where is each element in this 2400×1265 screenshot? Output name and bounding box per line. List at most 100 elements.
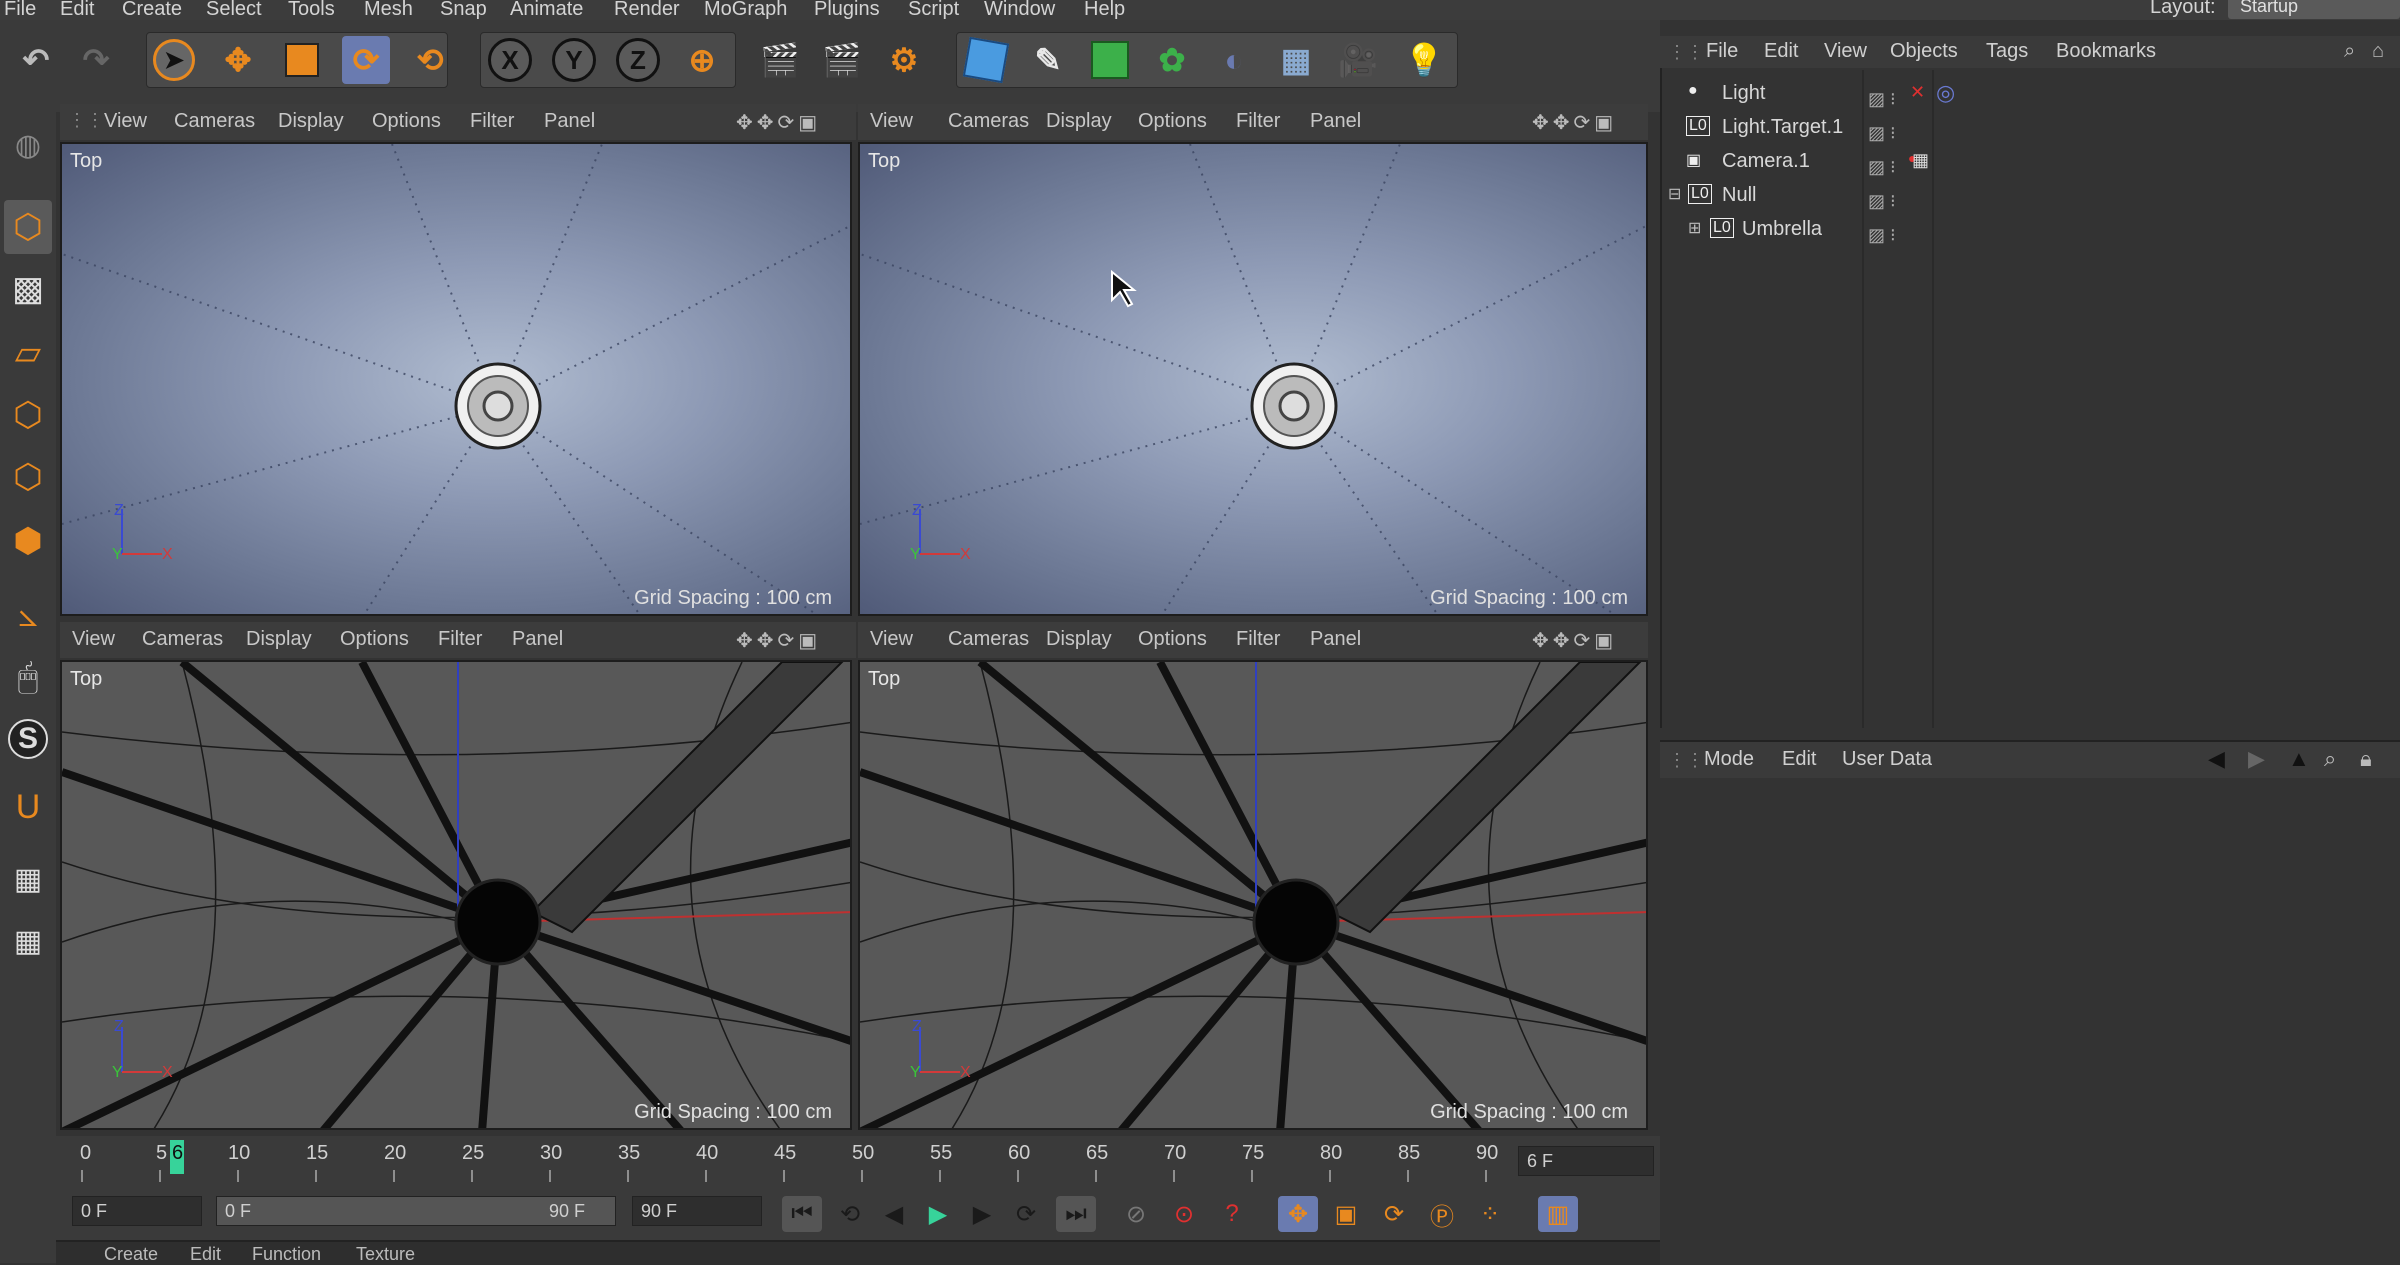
vp-menu-options[interactable]: Options <box>1138 110 1207 133</box>
vp-menu-view[interactable]: View <box>870 628 913 651</box>
menu-help[interactable]: Help <box>1084 0 1125 21</box>
record-parameter-icon[interactable]: Ⓟ <box>1422 1196 1462 1232</box>
cube-icon[interactable] <box>962 36 1010 84</box>
edges-mode-icon[interactable]: ⬡ <box>4 450 52 504</box>
menu-render[interactable]: Render <box>614 0 680 21</box>
go-to-next-key-icon[interactable]: ⟳ <box>1006 1196 1046 1232</box>
target-tag-icon[interactable]: ◎ <box>1936 80 1955 106</box>
redo-icon[interactable]: ↷ <box>72 36 120 84</box>
vp-menu-filter[interactable]: Filter <box>470 110 514 133</box>
move-tool-icon[interactable]: ✥ <box>214 36 262 84</box>
am-menu-mode[interactable]: Mode <box>1704 748 1754 771</box>
vp-menu-panel[interactable]: Panel <box>512 628 563 651</box>
end-frame-field[interactable]: 90 F <box>632 1196 762 1226</box>
vp-menu-options[interactable]: Options <box>1138 628 1207 651</box>
menu-file[interactable]: File <box>4 0 36 21</box>
recent-tool-icon[interactable]: ⟲ <box>406 36 454 84</box>
world-coordinates-icon[interactable]: ⊕ <box>678 36 726 84</box>
record-position-icon[interactable]: ✥ <box>1278 1196 1318 1232</box>
object-row-camera[interactable]: ▣ Camera.1 <box>1662 144 1862 178</box>
menu-animate[interactable]: Animate <box>510 0 583 21</box>
viewport-nav-icons[interactable]: ✥✥⟳▣ <box>1532 628 1617 653</box>
mm-menu-texture[interactable]: Texture <box>356 1244 415 1265</box>
vp-menu-cameras[interactable]: Cameras <box>948 628 1029 651</box>
undo-icon[interactable]: ↶ <box>12 36 60 84</box>
polygons-mode-icon[interactable]: ⬢ <box>4 514 52 568</box>
vp-menu-display[interactable]: Display <box>1046 628 1112 651</box>
timeline-icon[interactable]: ▥ <box>1538 1196 1578 1232</box>
viewport-1[interactable]: Top Z Y X Grid Spacing : 100 cm <box>60 142 852 616</box>
back-arrow-icon[interactable]: ◀ <box>2208 746 2225 772</box>
up-arrow-icon[interactable]: ▲ <box>2288 746 2310 772</box>
object-row-null[interactable]: ⊟ L0 Null <box>1662 178 1862 212</box>
om-menu-objects[interactable]: Objects <box>1890 40 1958 63</box>
am-menu-edit[interactable]: Edit <box>1782 748 1816 771</box>
workplane-lock-icon[interactable]: ▦ <box>4 852 52 906</box>
texture-mode-icon[interactable]: ▩ <box>4 262 52 316</box>
vp-menu-panel[interactable]: Panel <box>1310 628 1361 651</box>
viewport-4[interactable]: Top Z Y X Grid Spacing : 100 cm <box>858 660 1648 1130</box>
vp-menu-cameras[interactable]: Cameras <box>174 110 255 133</box>
menu-mesh[interactable]: Mesh <box>364 0 413 21</box>
menu-tools[interactable]: Tools <box>288 0 335 21</box>
go-to-previous-key-icon[interactable]: ⟲ <box>830 1196 870 1232</box>
menu-script[interactable]: Script <box>908 0 959 21</box>
sphere-mode-icon[interactable]: ◍ <box>4 118 52 172</box>
vp-menu-display[interactable]: Display <box>1046 110 1112 133</box>
vp-menu-filter[interactable]: Filter <box>438 628 482 651</box>
menu-window[interactable]: Window <box>984 0 1055 21</box>
viewport-2[interactable]: Top Z Y X Grid Spacing : 100 cm <box>858 142 1648 616</box>
play-icon[interactable]: ▶ <box>918 1196 958 1232</box>
record-rotation-icon[interactable]: ⟳ <box>1374 1196 1414 1232</box>
vp-menu-cameras[interactable]: Cameras <box>948 110 1029 133</box>
vp-menu-view[interactable]: View <box>104 110 147 133</box>
am-menu-user-data[interactable]: User Data <box>1842 748 1932 771</box>
timeline-ruler[interactable]: 0 5 6 10 15 20 25 30 35 40 45 50 55 60 6… <box>56 1136 1660 1186</box>
om-menu-tags[interactable]: Tags <box>1986 40 2028 63</box>
om-menu-file[interactable]: File <box>1706 40 1738 63</box>
record-scale-icon[interactable]: ▣ <box>1326 1196 1366 1232</box>
vp-menu-display[interactable]: Display <box>246 628 312 651</box>
model-mode-icon[interactable]: ⬡ <box>4 200 52 254</box>
vp-menu-cameras[interactable]: Cameras <box>142 628 223 651</box>
home-icon[interactable]: ⌂ <box>2372 40 2384 63</box>
vp-menu-view[interactable]: View <box>870 110 913 133</box>
render-settings-icon[interactable]: ⚙ <box>880 36 928 84</box>
menu-snap[interactable]: Snap <box>440 0 487 21</box>
floor-icon[interactable]: ▦ <box>1272 36 1320 84</box>
mm-menu-create[interactable]: Create <box>104 1244 158 1265</box>
menu-create[interactable]: Create <box>122 0 182 21</box>
object-row-light-target[interactable]: L0 Light.Target.1 <box>1662 110 1862 144</box>
record-point-level-icon[interactable]: ⁘ <box>1470 1196 1510 1232</box>
vp-menu-panel[interactable]: Panel <box>544 110 595 133</box>
tweak-mode-icon[interactable]: 🖱 <box>4 650 52 704</box>
y-axis-lock-icon[interactable]: Y <box>550 36 598 84</box>
render-picture-viewer-icon[interactable]: 🎬 <box>818 36 866 84</box>
vp-menu-options[interactable]: Options <box>372 110 441 133</box>
spline-pen-icon[interactable]: ✎ <box>1024 36 1072 84</box>
menu-mograph[interactable]: MoGraph <box>704 0 787 21</box>
render-view-icon[interactable]: 🎬 <box>756 36 804 84</box>
mm-menu-function[interactable]: Function <box>252 1244 321 1265</box>
layout-select[interactable]: Startup <box>2228 0 2400 19</box>
menu-edit[interactable]: Edit <box>60 0 94 21</box>
viewport-3[interactable]: Top Z Y X Grid Spacing : 100 cm <box>60 660 852 1130</box>
axis-mode-icon[interactable]: ⦣ <box>4 588 52 642</box>
go-to-start-icon[interactable]: ⏮ <box>782 1196 822 1232</box>
x-axis-lock-icon[interactable]: X <box>486 36 534 84</box>
om-menu-bookmarks[interactable]: Bookmarks <box>2056 40 2156 63</box>
go-to-end-icon[interactable]: ⏭ <box>1056 1196 1096 1232</box>
rotate-tool-icon[interactable]: ⟳ <box>342 36 390 84</box>
deformer-icon[interactable]: ◐ <box>1210 36 1258 84</box>
current-frame-field[interactable]: 6 F <box>1518 1146 1654 1176</box>
mm-menu-edit[interactable]: Edit <box>190 1244 221 1265</box>
disabled-x-icon[interactable]: ✕ <box>1910 82 1925 103</box>
collapse-icon[interactable]: ⊟ <box>1668 184 1681 204</box>
camera-tag-icon[interactable]: ▦ <box>1912 150 1929 171</box>
light-icon[interactable]: 💡 <box>1400 36 1448 84</box>
vp-menu-filter[interactable]: Filter <box>1236 110 1280 133</box>
om-menu-view[interactable]: View <box>1824 40 1867 63</box>
vp-menu-filter[interactable]: Filter <box>1236 628 1280 651</box>
start-frame-field[interactable]: 0 F <box>72 1196 202 1226</box>
viewport-nav-icons[interactable]: ✥✥⟳▣ <box>736 628 821 653</box>
